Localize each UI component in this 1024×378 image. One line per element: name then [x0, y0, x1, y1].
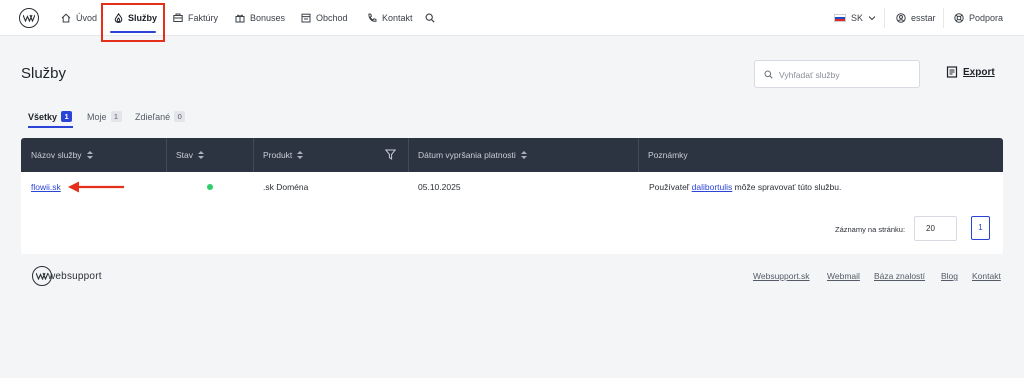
status-active-indicator: [207, 184, 213, 190]
footer-link-webmail[interactable]: Webmail: [827, 271, 860, 281]
nav-item-uvod[interactable]: Úvod: [61, 0, 97, 36]
highlight-box: [101, 3, 165, 42]
per-page-label: Záznamy na stránku:: [835, 225, 906, 234]
sort-icon: [297, 150, 304, 160]
filter-icon[interactable]: [385, 149, 396, 160]
active-tab-underline: [28, 126, 73, 128]
expiry-date-cell: 05.10.2025: [418, 182, 461, 192]
note-suffix: môže spravovať túto službu.: [734, 182, 842, 192]
tab-label: Moje: [87, 111, 107, 122]
export-button[interactable]: Export: [946, 66, 995, 78]
sort-icon: [520, 150, 527, 160]
notes-cell: Používateľ dalibortulis môže spravovať t…: [649, 182, 841, 192]
websupport-logo-icon: [32, 266, 52, 286]
service-search[interactable]: [754, 60, 920, 88]
column-header-expiry[interactable]: Dátum vypršania platnosti: [408, 138, 527, 172]
tab-count-badge: 0: [174, 111, 186, 122]
red-arrow-icon: [68, 181, 124, 193]
pagination-page-button[interactable]: 1: [971, 216, 990, 240]
footer-link-knowledge-base[interactable]: Báza znalostí: [874, 271, 925, 281]
footer-link-websupport[interactable]: Websupport.sk: [753, 271, 810, 281]
search-icon: [764, 70, 773, 79]
tab-moje[interactable]: Moje 1: [87, 111, 122, 122]
column-header-label: Produkt: [263, 150, 293, 160]
footer-logo[interactable]: websupport: [32, 266, 102, 286]
column-header-status[interactable]: Stav: [166, 138, 205, 172]
tab-label: Všetky: [28, 111, 58, 122]
sort-icon: [198, 150, 205, 160]
per-page-input[interactable]: 20: [914, 216, 957, 241]
phone-icon: [368, 13, 377, 22]
footer-link-blog[interactable]: Blog: [941, 271, 958, 281]
export-label: Export: [963, 66, 995, 78]
nav-divider: [943, 8, 944, 28]
lifebuoy-icon: [954, 13, 964, 23]
service-name-cell: flowii.sk: [31, 182, 61, 192]
home-icon: [61, 13, 71, 23]
tab-count-badge: 1: [61, 111, 73, 122]
search-input[interactable]: [779, 66, 913, 83]
nav-item-label: Úvod: [76, 13, 98, 23]
table-header: Názov služby Stav Produkt Dátum vypršani…: [21, 138, 1003, 172]
nav-item-label: Faktúry: [188, 13, 219, 23]
gift-icon: [235, 14, 245, 23]
user-menu[interactable]: esstar: [896, 0, 936, 36]
document-icon: [946, 66, 958, 78]
nav-item-label: Kontakt: [382, 13, 413, 23]
flag-sk-icon: [834, 14, 846, 22]
nav-item-faktury[interactable]: Faktúry: [173, 0, 218, 36]
top-navigation: Úvod Služby Faktúry Bonuses Obchod Konta…: [0, 0, 1024, 42]
nav-item-label: Bonuses: [250, 13, 286, 23]
nav-divider: [884, 8, 885, 28]
nav-item-label: Obchod: [316, 13, 348, 23]
column-header-product[interactable]: Produkt: [253, 138, 304, 172]
search-icon: [425, 13, 435, 23]
note-prefix: Používateľ: [649, 182, 690, 192]
tab-count-badge: 1: [110, 111, 122, 122]
chevron-down-icon: [868, 16, 876, 21]
username: esstar: [911, 13, 936, 23]
page-title: Služby: [21, 65, 67, 82]
store-icon: [301, 13, 311, 23]
tab-zdielane[interactable]: Zdieľané 0: [135, 111, 186, 122]
language-selector[interactable]: SK: [834, 0, 876, 36]
column-header-notes: Poznámky: [638, 138, 688, 172]
nav-item-kontakt[interactable]: Kontakt: [367, 0, 413, 36]
tab-vsetky[interactable]: Všetky 1: [28, 111, 73, 122]
services-table: Názov služby Stav Produkt Dátum vypršani…: [21, 138, 1003, 254]
nav-search-button[interactable]: [425, 0, 435, 36]
user-icon: [896, 13, 906, 23]
websupport-logo-icon[interactable]: [19, 8, 39, 28]
invoice-icon: [173, 13, 183, 22]
column-header-label: Názov služby: [31, 150, 82, 160]
service-link[interactable]: flowii.sk: [31, 182, 61, 192]
nav-item-obchod[interactable]: Obchod: [301, 0, 348, 36]
note-user-link[interactable]: dalibortulis: [692, 182, 733, 192]
nav-item-bonuses[interactable]: Bonuses: [235, 0, 285, 36]
column-header-label: Poznámky: [648, 150, 688, 160]
column-header-label: Stav: [176, 150, 194, 160]
sort-icon: [86, 150, 93, 160]
product-cell: .sk Doména: [263, 182, 309, 192]
language-label: SK: [851, 13, 864, 23]
support-link[interactable]: Podpora: [954, 0, 1003, 36]
footer-logo-text: websupport: [48, 270, 102, 282]
support-label: Podpora: [969, 13, 1004, 23]
footer-link-contact[interactable]: Kontakt: [972, 271, 1001, 281]
tab-label: Zdieľané: [135, 111, 171, 122]
column-header-name[interactable]: Názov služby: [21, 138, 93, 172]
column-header-label: Dátum vypršania platnosti: [418, 150, 516, 160]
